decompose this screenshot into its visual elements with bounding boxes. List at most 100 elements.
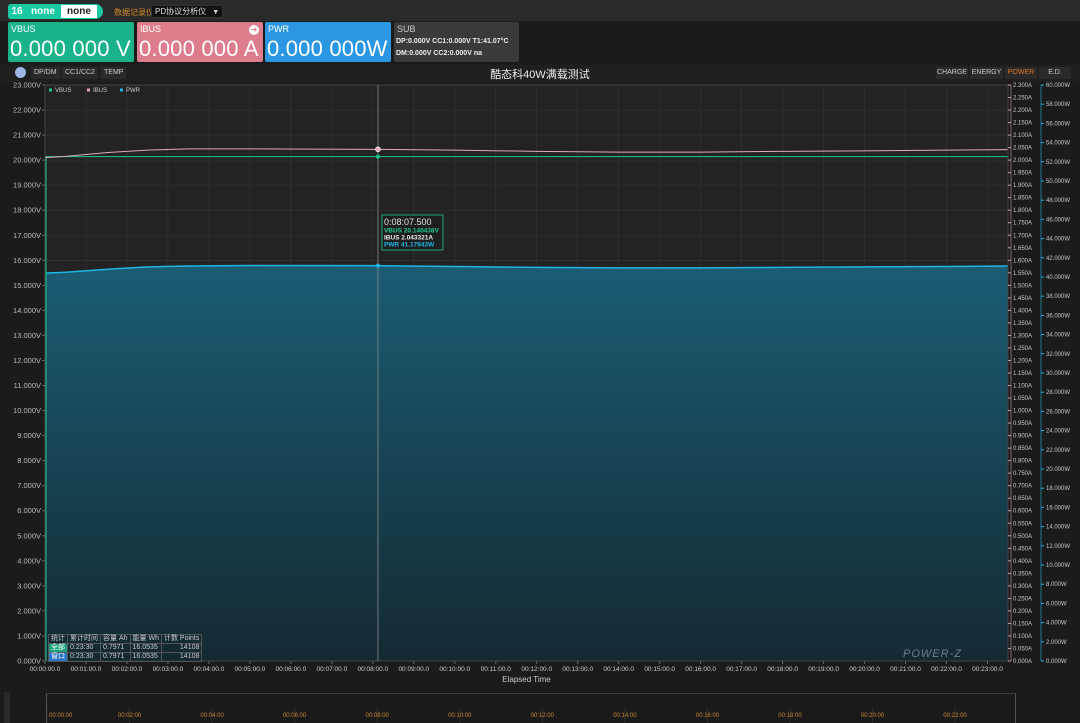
stats-row-label-all: 全部 [48,643,68,653]
cursor-point-pwr [375,263,380,268]
x-tick-label: 00:23:00.0 [972,666,1003,673]
legend-swatch [87,88,90,92]
tooltip-line: VBUS 20.140438V [384,228,440,235]
y-power-tick-label: 18.000W [1046,486,1070,492]
y-current-tick-label: 0.850A [1013,446,1032,452]
x-axis-label: Elapsed Time [502,675,551,684]
mode-a-toggle[interactable]: none [25,6,61,17]
y-current-tick-label: 1.450A [1013,296,1032,302]
y-current-tick-label: 1.950A [1013,171,1032,177]
y-voltage-tick-label: 15.000V [13,281,41,290]
power-chart[interactable]: 0:08:07.500VBUS 20.140438VIBUS 2.043321A… [0,82,1080,723]
table-row: 窗口 0:23:30 0.7971 16.0535 14108 [48,652,203,662]
x-tick-label: 00:04:00.0 [194,666,225,673]
arrow-right-icon[interactable]: ➜ [249,25,259,35]
pwr-value: 0.000 000W [267,36,388,61]
y-voltage-tick-label: 12.000V [13,356,41,365]
overview-tick-label: 00:00:00 [49,713,73,719]
y-power-tick-label: 14.000W [1046,525,1070,531]
x-tick-label: 00:09:00.0 [398,666,429,673]
tab-cc1-cc2[interactable]: CC1/CC2 [62,67,98,79]
y-current-tick-label: 1.900A [1013,183,1032,189]
time-overview-navigator[interactable]: 00:00:00 00:02:00 00:04:00 00:06:00 00:08:00… [46,693,1016,723]
y-current-tick-label: 0.700A [1013,484,1032,490]
mode-b-toggle[interactable]: none [61,5,97,18]
y-current-tick-label: 0.750A [1013,471,1032,477]
legend-item: VBUS [55,88,71,94]
y-power-tick-label: 10.000W [1046,563,1070,569]
y-current-tick-label: 0.050A [1013,646,1032,652]
tab-energy[interactable]: ENERGY [970,67,1003,79]
vbus-label: VBUS [11,24,36,34]
x-tick-label: 00:15:00.0 [644,666,675,673]
legend-item: IBUS [93,88,107,94]
y-current-tick-label: 1.200A [1013,358,1032,364]
y-current-tick-label: 0.350A [1013,571,1032,577]
y-current-tick-label: 1.650A [1013,246,1032,252]
stats-cell: 16.0535 [129,643,162,653]
y-voltage-tick-label: 0.000V [17,657,41,666]
stats-cell: 0:23:30 [67,652,101,662]
ibus-meter[interactable]: IBUS ➜ 0.000 000 A [137,22,263,62]
y-current-tick-label: 1.550A [1013,271,1032,277]
x-tick-label: 00:18:00.0 [767,666,798,673]
y-power-tick-label: 40.000W [1046,275,1070,281]
y-power-tick-label: 58.000W [1046,102,1070,108]
y-power-tick-label: 26.000W [1046,409,1070,415]
overview-scroll-handle[interactable] [4,692,10,723]
stats-header-cell: 容量 Ah [100,634,131,644]
y-current-tick-label: 1.750A [1013,221,1032,227]
y-current-tick-label: 1.850A [1013,196,1032,202]
y-power-tick-label: 2.000W [1046,640,1067,646]
x-tick-label: 00:10:00.0 [439,666,470,673]
chart-title: 酷态科40W满载测试 [490,69,590,81]
y-power-tick-label: 60.000W [1046,83,1070,89]
legend-swatch [49,88,52,92]
stats-header-cell: 统计 [48,634,68,644]
x-tick-label: 00:21:00.0 [890,666,921,673]
overview-tick-label: 00:06:00 [283,713,307,719]
tab-ed[interactable]: E.D. [1039,67,1071,79]
y-current-tick-label: 1.250A [1013,346,1032,352]
chevron-down-icon: ▼ [212,9,220,16]
y-current-tick-label: 0.650A [1013,496,1032,502]
x-tick-label: 00:17:00.0 [726,666,757,673]
pd-analyzer-select[interactable]: PD协议分析仪 ▼ [151,5,224,18]
stats-cell: 16.0535 [129,652,162,662]
y-current-tick-label: 0.550A [1013,521,1032,527]
vbus-value: 0.000 000 V [10,36,131,61]
x-tick-label: 00:16:00.0 [685,666,716,673]
y-voltage-tick-label: 9.000V [17,431,41,440]
y-current-tick-label: 0.450A [1013,546,1032,552]
overview-tick-label: 00:12:00 [531,713,555,719]
y-current-tick-label: 0.150A [1013,621,1032,627]
stats-header-cell: 累计时间 [67,634,101,644]
x-tick-label: 00:00:00.0 [30,666,61,673]
data-recorder-link[interactable]: 数据记录仪 [114,7,154,18]
x-tick-label: 00:03:00.0 [153,666,184,673]
vbus-meter[interactable]: VBUS 0.000 000 V [8,22,134,62]
y-current-tick-label: 0.600A [1013,509,1032,515]
y-voltage-tick-label: 23.000V [13,82,41,90]
x-tick-label: 00:01:00.0 [71,666,102,673]
tab-charge[interactable]: CHARGE [936,67,968,79]
tab-temp[interactable]: TEMP [101,67,127,79]
ibus-value: 0.000 000 A [139,36,259,61]
overview-tick-label: 00:02:00 [118,713,142,719]
pwr-meter[interactable]: PWR 0.000 000W [265,22,391,62]
y-current-tick-label: 2.000A [1013,158,1032,164]
x-tick-label: 00:14:00.0 [603,666,634,673]
device-selector[interactable]: 16 none none [8,4,103,19]
x-tick-label: 00:22:00.0 [931,666,962,673]
sub-meter[interactable]: SUB DP:0.000V CC1:0.000V T1:41.07°C DM:0… [394,22,519,62]
tab-power[interactable]: POWER [1005,67,1037,79]
y-current-tick-label: 1.150A [1013,371,1032,377]
y-current-tick-label: 1.500A [1013,283,1032,289]
tab-dp-dm[interactable]: DP/DM [31,67,60,79]
stats-cell: 0.7971 [100,652,131,662]
x-tick-label: 00:07:00.0 [316,666,347,673]
y-power-tick-label: 44.000W [1046,237,1070,243]
y-voltage-tick-label: 14.000V [13,306,41,315]
stats-cell: 14108 [160,643,203,653]
y-current-tick-label: 0.400A [1013,559,1032,565]
